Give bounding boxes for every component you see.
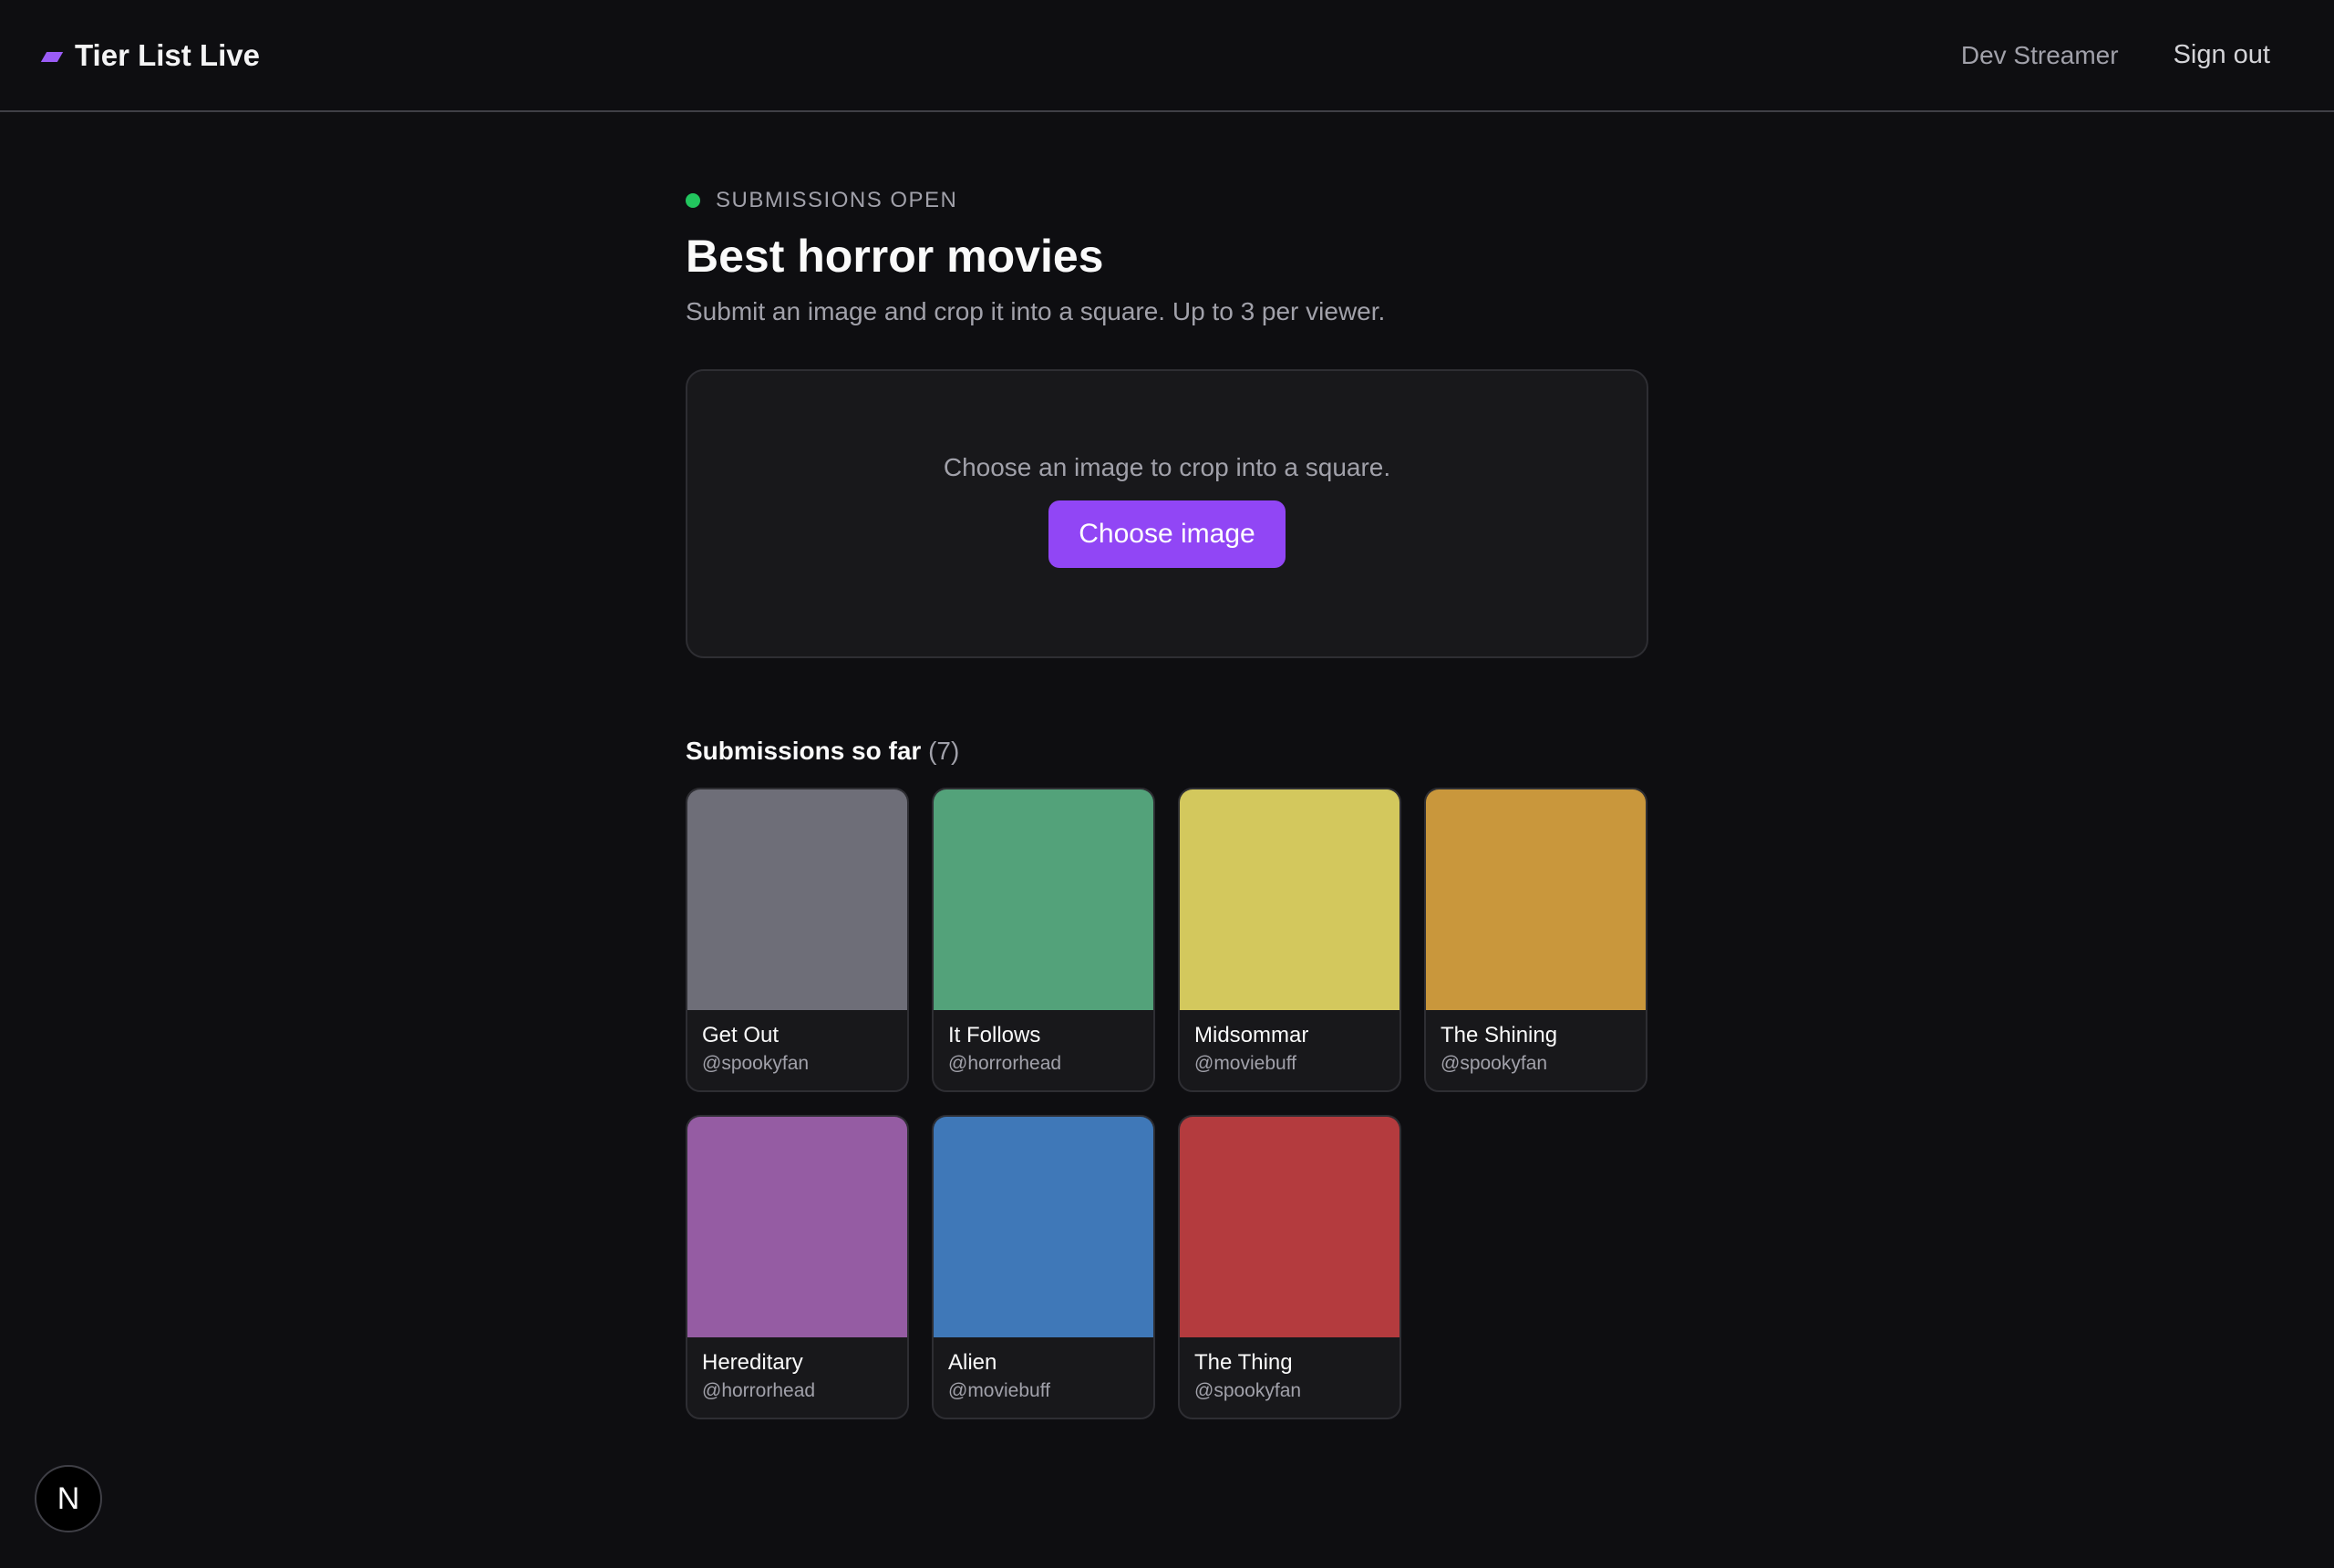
submission-image — [687, 789, 907, 1010]
submission-title: Alien — [948, 1350, 997, 1375]
nextjs-glyph: N — [57, 1480, 80, 1516]
status-dot-icon — [686, 193, 700, 208]
page-title: Best horror movies — [686, 231, 1104, 282]
submission-user: @spookyfan — [1441, 1053, 1548, 1074]
submission-card[interactable]: Hereditary @horrorhead — [686, 1115, 909, 1419]
submission-info: The Shining @spookyfan — [1426, 1010, 1646, 1088]
sign-out-button[interactable]: Sign out — [2174, 40, 2270, 70]
brand-logo-icon — [40, 52, 64, 62]
choose-image-button[interactable]: Choose image — [1048, 500, 1286, 568]
submission-card[interactable]: Alien @moviebuff — [932, 1115, 1155, 1419]
submission-image — [934, 1117, 1153, 1337]
submission-title: The Shining — [1441, 1023, 1558, 1047]
submission-info: It Follows @horrorhead — [934, 1010, 1153, 1088]
submission-title: Midsommar — [1194, 1023, 1309, 1047]
submission-info: The Thing @spookyfan — [1180, 1337, 1399, 1416]
status-indicator: SUBMISSIONS OPEN — [686, 182, 1648, 219]
submission-info: Get Out @spookyfan — [687, 1010, 907, 1088]
submission-user: @moviebuff — [1194, 1053, 1296, 1074]
submission-image — [1180, 789, 1399, 1010]
submission-title: Hereditary — [702, 1350, 803, 1375]
submission-user: @spookyfan — [1194, 1380, 1302, 1401]
submissions-heading-text: Submissions so far — [686, 737, 922, 765]
submission-title: Get Out — [702, 1023, 780, 1047]
submissions-heading: Submissions so far (7) — [686, 733, 1648, 769]
user-name: Dev Streamer — [1960, 40, 2119, 69]
submission-image — [1426, 789, 1646, 1010]
submission-user: @spookyfan — [702, 1053, 810, 1074]
submission-image — [934, 789, 1153, 1010]
nextjs-icon[interactable]: N — [35, 1465, 102, 1532]
submission-card[interactable]: Midsommar @moviebuff — [1178, 788, 1401, 1092]
account-area: Dev Streamer Sign out — [1961, 40, 2270, 70]
status-label: SUBMISSIONS OPEN — [716, 188, 958, 212]
submission-user: @horrorhead — [948, 1053, 1062, 1074]
submission-card[interactable]: Get Out @spookyfan — [686, 788, 909, 1092]
submission-title: It Follows — [948, 1023, 1041, 1047]
submission-user: @moviebuff — [948, 1380, 1050, 1401]
submissions-count: (7) — [928, 737, 960, 765]
submission-image — [1180, 1117, 1399, 1337]
submission-user: @horrorhead — [702, 1380, 816, 1401]
page-subtitle: Submit an image and crop it into a squar… — [686, 297, 1386, 325]
submission-title: The Thing — [1194, 1350, 1293, 1375]
brand[interactable]: Tier List Live — [40, 37, 260, 73]
main-content: SUBMISSIONS OPEN Best horror movies Subm… — [686, 182, 1648, 1419]
submission-info: Midsommar @moviebuff — [1180, 1010, 1399, 1088]
submission-card[interactable]: The Shining @spookyfan — [1424, 788, 1647, 1092]
submissions-grid: Get Out @spookyfan It Follows @horrorhea… — [686, 788, 1648, 1419]
submission-card[interactable]: It Follows @horrorhead — [932, 788, 1155, 1092]
upload-hint: Choose an image to crop into a square. — [943, 453, 1391, 481]
submission-image — [687, 1117, 907, 1337]
submission-info: Alien @moviebuff — [934, 1337, 1153, 1416]
top-bar: Tier List Live Dev Streamer Sign out — [0, 0, 2334, 112]
submission-info: Hereditary @horrorhead — [687, 1337, 907, 1416]
brand-name: Tier List Live — [75, 37, 260, 72]
upload-panel: Choose an image to crop into a square. C… — [686, 369, 1648, 658]
submission-card[interactable]: The Thing @spookyfan — [1178, 1115, 1401, 1419]
